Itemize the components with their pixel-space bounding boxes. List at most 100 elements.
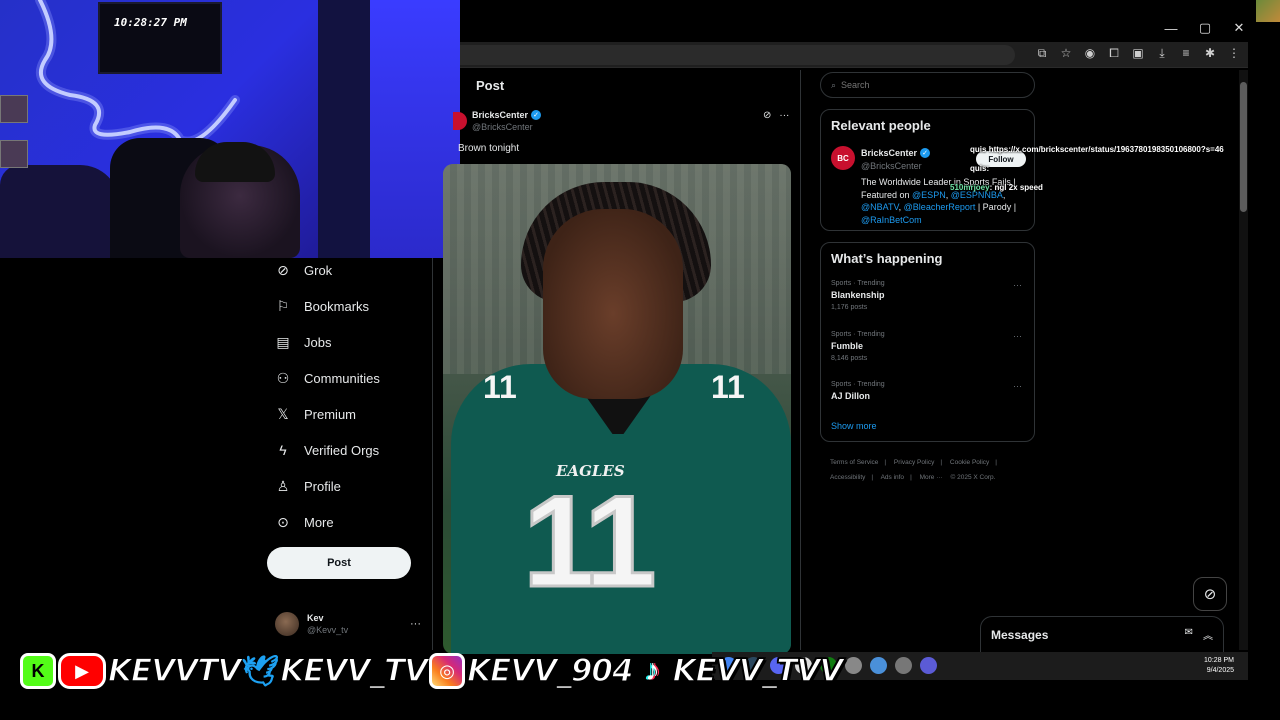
extensions-icon[interactable]: ⧠ (1106, 45, 1122, 61)
tiktok-icon: ♪ (645, 654, 661, 687)
x-logo-icon: 𝕏 (277, 405, 289, 422)
corner-thumbnail (1256, 0, 1280, 22)
briefcase-icon: ▤ (276, 333, 290, 350)
nav-item-premium[interactable]: 𝕏 Premium (267, 396, 427, 432)
browser-menu-icon[interactable]: ⋮ (1226, 45, 1242, 61)
bio-mention[interactable]: @RaInBetCom (861, 215, 922, 225)
nav-item-jobs[interactable]: ▤ Jobs (267, 324, 427, 360)
search-box[interactable]: ⌕ (820, 72, 1035, 98)
nav-item-label: Premium (304, 406, 357, 422)
footer-link[interactable]: Terms of Service (830, 459, 878, 466)
account-switcher[interactable]: Kev @Kevv_tv ··· (275, 608, 425, 640)
show-more-link[interactable]: Show more (831, 421, 877, 431)
taskbar-clock[interactable]: 10:28 PM 9/4/2025 (1204, 656, 1234, 676)
trend-item[interactable]: Sports · Trending Fumble 8,146 posts ··· (831, 331, 1026, 362)
footer-link[interactable]: Privacy Policy (894, 459, 934, 466)
nav-item-label: Bookmarks (304, 298, 370, 314)
taskbar-app-icon[interactable] (895, 657, 912, 674)
taskbar-app-icon[interactable] (920, 657, 937, 674)
bio-mention[interactable]: @NBATV (861, 202, 899, 212)
image-shoulder-number: 11 (483, 369, 517, 405)
footer-separator: | (884, 459, 887, 466)
bio-mention[interactable]: @BleacherReport (904, 202, 976, 212)
post-text: Brown tonight (458, 143, 520, 154)
nav-item-label: More (304, 514, 334, 530)
grok-explain-icon[interactable]: ⊘ (763, 110, 771, 121)
trend-name: Blankenship (831, 290, 885, 300)
grok-icon: ⊘ (277, 261, 289, 278)
account-more-icon[interactable]: ··· (410, 618, 421, 630)
taskbar-app-icon[interactable] (870, 657, 887, 674)
cast-icon[interactable]: ⧉ (1034, 45, 1050, 61)
browser-toolbar: ⧉ ☆ ◉ ⧠ ▣ ⤓ ≡ ✱ ⋮ (460, 42, 1248, 68)
nav-item-profile[interactable]: ♙ Profile (267, 468, 427, 504)
chat-message: quis https://x.com/brickscenter/status/1… (970, 145, 1224, 154)
nav-item-label: Jobs (304, 334, 332, 350)
webcam-bed (0, 165, 120, 258)
close-icon[interactable]: ✕ (1228, 20, 1250, 36)
account-handle: @Kevv_tv (307, 625, 349, 635)
bio-mention[interactable]: @ESPN (912, 190, 946, 200)
address-bar[interactable] (460, 45, 1015, 65)
chat-user: quis (970, 145, 987, 154)
chevron-up-icon[interactable]: ︽ (1203, 627, 1213, 642)
trend-item[interactable]: Sports · Trending AJ Dillon ··· (831, 381, 1026, 401)
maximize-icon[interactable]: ▢ (1194, 20, 1216, 36)
compose-post-button[interactable]: Post (267, 547, 411, 579)
trend-name: AJ Dillon (831, 391, 871, 401)
search-input[interactable] (841, 80, 1012, 90)
reading-list-icon[interactable]: ≡ (1178, 45, 1194, 61)
chat-text: : (986, 164, 990, 173)
kick-icon: K (20, 653, 56, 689)
trend-item[interactable]: Sports · Trending Blankenship 1,176 post… (831, 280, 1026, 311)
avatar[interactable]: BC (831, 146, 855, 170)
socials-banner: K ▶ KEVVTV 🕊 KEVV_TV ◎ KEVV_904 ♪ KEVV_T… (20, 648, 844, 694)
chat-user: quis (970, 164, 987, 173)
trend-more-icon[interactable]: ··· (1013, 381, 1022, 391)
messages-drawer[interactable]: Messages ✉ ︽ (980, 616, 1224, 652)
nav-item-verified-orgs[interactable]: ϟ Verified Orgs (267, 432, 427, 468)
twitter-handle: KEVV_TV (280, 652, 429, 690)
communities-icon: ⚇ (276, 369, 290, 386)
post-more-icon[interactable]: ··· (779, 110, 789, 121)
bio-separator: | Parody | (975, 202, 1017, 212)
relevant-person-handle: @BricksCenter (861, 161, 922, 171)
footer-link[interactable]: More ··· (920, 474, 943, 481)
footer-link[interactable]: Ads info (881, 474, 905, 481)
new-message-icon[interactable]: ✉ (1185, 627, 1193, 642)
relevant-person-name[interactable]: BricksCenter ✓ (861, 148, 931, 158)
taskbar-time: 10:28 PM (1204, 657, 1234, 664)
trend-more-icon[interactable]: ··· (1013, 331, 1022, 341)
minimize-icon[interactable]: — (1160, 21, 1182, 36)
trend-more-icon[interactable]: ··· (1013, 280, 1022, 290)
chat-text: : ngl 2x speed (989, 183, 1043, 192)
post-image[interactable]: EAGLES 11 11 11 (443, 164, 791, 654)
taskbar-app-icon[interactable] (845, 657, 862, 674)
nav-item-grok[interactable]: ⊘ Grok (267, 252, 427, 288)
chat-user: 510mrjoey (950, 183, 990, 192)
footer-separator: | (910, 474, 912, 481)
stream-chat-overlay: quis https://x.com/brickscenter/status/1… (948, 145, 1278, 195)
whats-happening-title: What’s happening (831, 251, 943, 266)
grok-floating-button[interactable]: ⊘ (1193, 577, 1227, 611)
verified-badge-icon: ✓ (920, 148, 931, 158)
profile-icon[interactable]: ◉ (1082, 45, 1098, 61)
post-author-handle[interactable]: @BricksCenter (472, 122, 533, 132)
post-author[interactable]: BricksCenter ✓ (472, 110, 542, 120)
window-controls: — ▢ ✕ (1160, 18, 1250, 38)
search-icon: ⌕ (831, 79, 837, 90)
download-icon[interactable]: ⤓ (1154, 45, 1170, 61)
nav-item-bookmarks[interactable]: ⚐ Bookmarks (267, 288, 427, 324)
image-jersey-number: 11 (521, 468, 657, 614)
nav-item-more[interactable]: ⊙ More (267, 504, 427, 540)
column-divider (432, 258, 433, 650)
bookmark-star-icon[interactable]: ☆ (1058, 45, 1074, 61)
footer-link[interactable]: Cookie Policy (950, 459, 989, 466)
sidebar-icon[interactable]: ▣ (1130, 45, 1146, 61)
nav-item-communities[interactable]: ⚇ Communities (267, 360, 427, 396)
author-avatar[interactable] (453, 112, 467, 130)
more-circle-icon: ⊙ (277, 513, 289, 530)
extension-puzzle-icon[interactable]: ✱ (1202, 45, 1218, 61)
footer-link[interactable]: Accessibility (830, 474, 865, 481)
footer-separator: | (871, 474, 874, 481)
